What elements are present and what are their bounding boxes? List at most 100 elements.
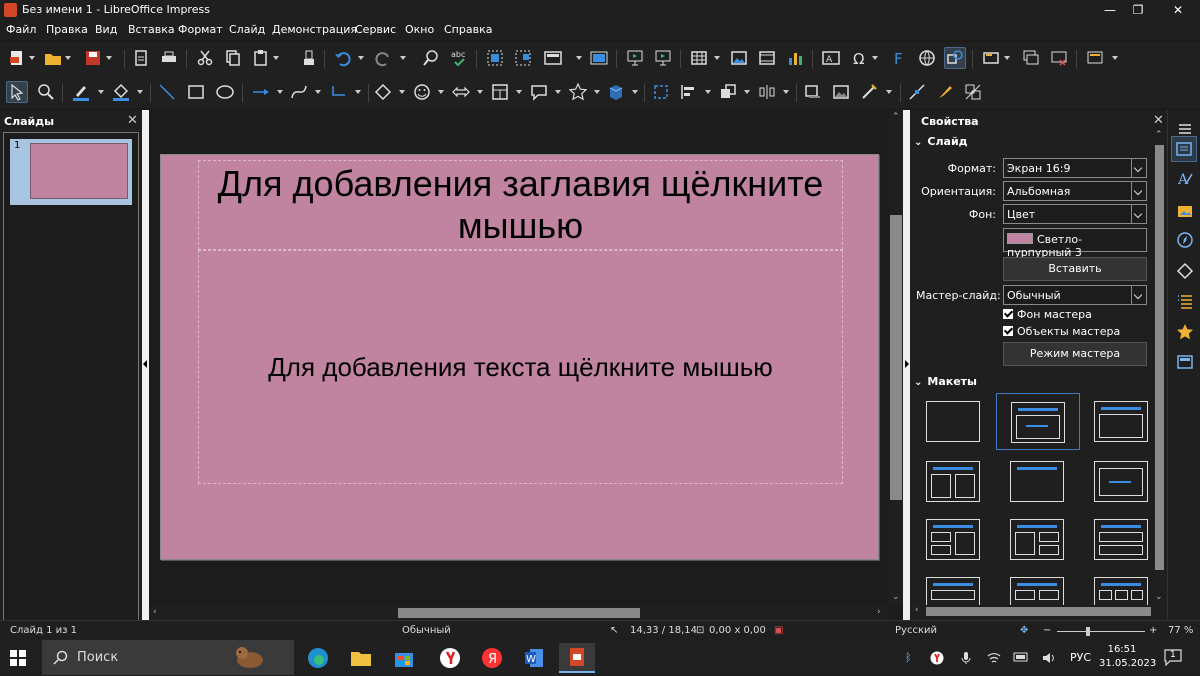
- orientation-select[interactable]: Альбомная: [1003, 181, 1147, 201]
- styles-deck-icon[interactable]: A: [1172, 166, 1198, 192]
- microphone-icon[interactable]: [960, 651, 972, 668]
- maximize-button[interactable]: ❐: [1120, 0, 1156, 20]
- redo-icon[interactable]: [372, 47, 394, 69]
- layouts-section-header[interactable]: Макеты: [914, 375, 977, 388]
- cut-icon[interactable]: [194, 47, 216, 69]
- display-views-icon[interactable]: [542, 47, 564, 69]
- scroll-up-icon[interactable]: ⌃: [892, 112, 900, 122]
- zoom-out-icon[interactable]: −: [1043, 625, 1051, 636]
- fontwork-icon[interactable]: F: [888, 47, 910, 69]
- taskbar-file-explorer[interactable]: [343, 643, 379, 673]
- taskbar-libreoffice-impress[interactable]: [559, 643, 595, 673]
- battery-icon[interactable]: [1013, 651, 1029, 666]
- spellcheck-icon[interactable]: abc: [448, 47, 470, 69]
- line-arrow-icon[interactable]: [250, 81, 272, 103]
- hyperlink-icon[interactable]: [916, 47, 938, 69]
- background-select[interactable]: Цвет: [1003, 204, 1147, 224]
- open-icon[interactable]: [42, 47, 64, 69]
- menu-help[interactable]: Справка: [444, 23, 492, 36]
- master-slide-select[interactable]: Обычный: [1003, 285, 1147, 305]
- slide-thumbnail-selected[interactable]: 1: [10, 139, 132, 205]
- scroll-down-icon[interactable]: ⌄: [892, 592, 900, 602]
- input-language[interactable]: РУС: [1070, 651, 1091, 664]
- layout-centered-text[interactable]: [1080, 453, 1164, 510]
- slide-transition-deck-icon[interactable]: [1172, 288, 1198, 314]
- menu-slideshow[interactable]: Демонстрация: [272, 23, 357, 36]
- taskbar-edge[interactable]: [300, 643, 336, 673]
- find-replace-icon[interactable]: [420, 47, 442, 69]
- layout-four-content[interactable]: [912, 569, 996, 605]
- document-modified-icon[interactable]: ▣: [774, 625, 783, 636]
- taskbar-search[interactable]: Поиск: [42, 640, 294, 675]
- layout-content-over-content[interactable]: [1080, 511, 1164, 568]
- insert-image-button[interactable]: Вставить изображение...: [1003, 257, 1147, 297]
- block-arrows-icon[interactable]: [450, 81, 472, 103]
- chart-icon[interactable]: [784, 47, 806, 69]
- save-icon[interactable]: [82, 47, 104, 69]
- wifi-icon[interactable]: [987, 651, 1001, 668]
- rectangle-icon[interactable]: [185, 81, 207, 103]
- menu-insert[interactable]: Вставка: [128, 23, 175, 36]
- master-view-button[interactable]: Режим мастера: [1003, 342, 1147, 366]
- editor-vertical-scroll-thumb[interactable]: [890, 215, 902, 500]
- glue-points-icon[interactable]: [934, 81, 956, 103]
- menu-tools[interactable]: Сервис: [355, 23, 396, 36]
- basic-shapes-icon[interactable]: [372, 81, 394, 103]
- zoom-slider-handle[interactable]: [1086, 627, 1090, 636]
- slide-section-header[interactable]: Слайд: [914, 135, 967, 148]
- slide-canvas[interactable]: Для добавления заглавия щёлкните мышью Д…: [160, 154, 879, 560]
- display-grid-icon[interactable]: [484, 47, 506, 69]
- taskbar-store[interactable]: [386, 643, 422, 673]
- delete-slide-icon[interactable]: [1048, 47, 1070, 69]
- notifications-icon[interactable]: 1: [1163, 648, 1183, 667]
- ellipse-icon[interactable]: [214, 81, 236, 103]
- master-slide-icon[interactable]: [588, 47, 610, 69]
- fit-slide-icon[interactable]: ✥: [1020, 625, 1028, 636]
- print-icon[interactable]: [158, 47, 180, 69]
- media-icon[interactable]: [756, 47, 778, 69]
- image-icon[interactable]: [728, 47, 750, 69]
- master-slide-status[interactable]: Обычный: [402, 625, 451, 636]
- crop-image-icon[interactable]: [830, 81, 852, 103]
- scroll-down-icon[interactable]: ⌄: [1155, 592, 1163, 602]
- new-icon[interactable]: [6, 47, 28, 69]
- show-draw-functions-icon[interactable]: [944, 47, 966, 69]
- shadow-icon[interactable]: [802, 81, 824, 103]
- new-slide-icon[interactable]: [980, 47, 1002, 69]
- sidebar-collapse-handle[interactable]: [903, 110, 910, 620]
- properties-close-icon[interactable]: ✕: [1153, 113, 1164, 128]
- slide-thumbnail[interactable]: [30, 143, 128, 199]
- distribute-icon[interactable]: [756, 81, 778, 103]
- points-icon[interactable]: [906, 81, 928, 103]
- close-button[interactable]: ✕: [1160, 0, 1196, 20]
- start-from-current-icon[interactable]: [652, 47, 674, 69]
- line-color-icon[interactable]: [70, 81, 92, 103]
- copy-icon[interactable]: [222, 47, 244, 69]
- start-from-first-icon[interactable]: [624, 47, 646, 69]
- menu-format[interactable]: Формат: [178, 23, 223, 36]
- properties-deck-icon[interactable]: [1171, 136, 1197, 162]
- layout-title-two-content[interactable]: [912, 453, 996, 510]
- layout-two-content-right[interactable]: [996, 511, 1080, 568]
- taskbar-clock[interactable]: 16:51 31.05.2023: [1099, 643, 1156, 671]
- line-icon[interactable]: [156, 81, 178, 103]
- layout-title-content[interactable]: [996, 393, 1080, 450]
- scroll-left-icon[interactable]: ‹: [915, 605, 919, 615]
- language-status[interactable]: Русский: [895, 625, 937, 636]
- animation-deck-icon[interactable]: [1172, 319, 1198, 345]
- master-slides-deck-icon[interactable]: [1172, 349, 1198, 375]
- title-placeholder[interactable]: Для добавления заглавия щёлкните мышью: [198, 160, 843, 250]
- slides-panel-collapse-handle[interactable]: [142, 110, 149, 620]
- layout-six-content[interactable]: [996, 569, 1080, 605]
- table-icon[interactable]: [688, 47, 710, 69]
- menu-window[interactable]: Окно: [405, 23, 434, 36]
- export-pdf-icon[interactable]: [130, 47, 152, 69]
- taskbar-yandex-browser[interactable]: [432, 643, 468, 673]
- connector-icon[interactable]: [328, 81, 350, 103]
- paste-icon[interactable]: [250, 47, 272, 69]
- bluetooth-icon[interactable]: ᛒ: [905, 651, 912, 664]
- gallery-deck-icon[interactable]: [1172, 197, 1198, 223]
- toggle-extrusion-icon[interactable]: [962, 81, 984, 103]
- 3d-objects-icon[interactable]: [605, 81, 627, 103]
- properties-vertical-scroll-thumb[interactable]: [1155, 145, 1164, 570]
